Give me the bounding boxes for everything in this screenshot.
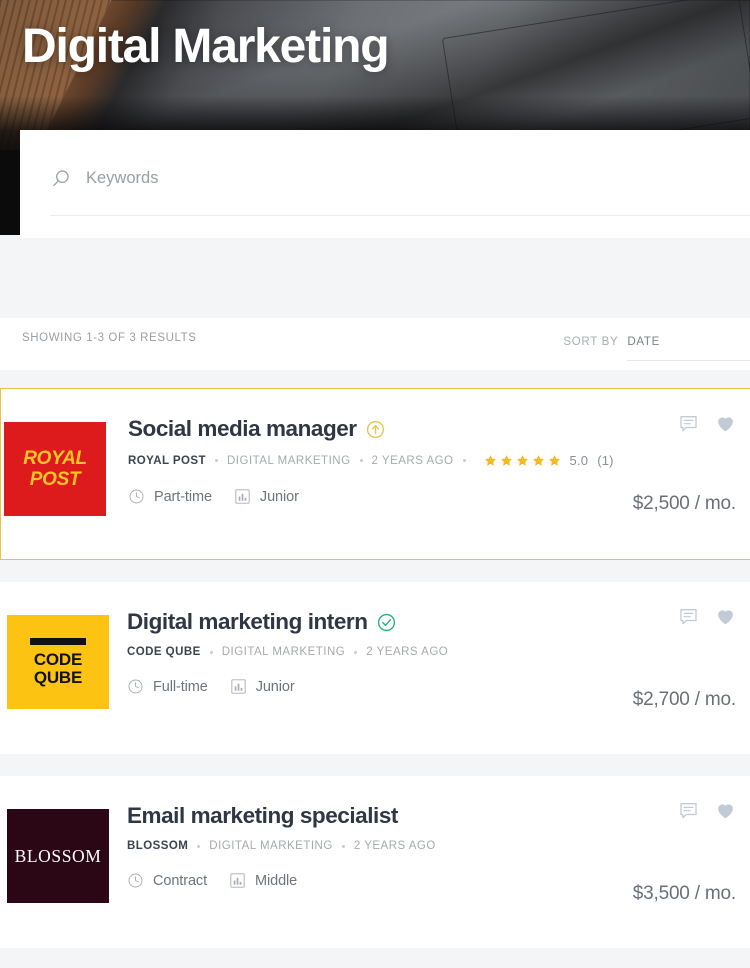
job-listing-page: Digital Marketing SHOWING 1-3 OF 3 RESUL…	[0, 0, 750, 968]
company-name[interactable]: BLOSSOM	[127, 840, 188, 852]
job-category[interactable]: DIGITAL MARKETING	[227, 455, 351, 467]
job-category[interactable]: DIGITAL MARKETING	[209, 840, 333, 852]
job-card[interactable]: BLOSSOM Email marketing specialist BLOSS…	[0, 776, 750, 948]
job-type-tag: Contract	[127, 872, 207, 889]
logo-line-2: POST	[29, 469, 81, 490]
company-name[interactable]: CODE QUBE	[127, 646, 201, 658]
rating-count: (1)	[597, 453, 614, 468]
star-icon	[548, 455, 560, 466]
comment-icon[interactable]	[678, 800, 699, 821]
job-posted-date: 2 YEARS AGO	[366, 646, 449, 658]
search-icon	[53, 170, 69, 187]
job-title[interactable]: Email marketing specialist	[127, 802, 398, 830]
logo-bar	[30, 637, 86, 645]
featured-arrow-up-icon	[366, 420, 384, 438]
job-posted-date: 2 YEARS AGO	[353, 840, 436, 852]
logo-line-2: QUBE	[33, 667, 83, 687]
clock-icon	[128, 679, 143, 694]
job-card-actions	[678, 606, 736, 627]
sort-value: DATE	[627, 336, 660, 348]
job-level: Junior	[255, 678, 295, 695]
bar-chart-icon	[235, 489, 250, 504]
job-salary: $2,700 / mo.	[632, 689, 736, 710]
job-type: Full-time	[153, 678, 208, 695]
rating-block: 5.0 (1)	[484, 453, 614, 468]
meta-separator-dot	[359, 459, 363, 462]
job-card-actions	[678, 413, 736, 434]
meta-separator-dot	[197, 844, 201, 848]
job-card-featured[interactable]: ROYAL POST Social media manager ROYAL PO…	[0, 388, 750, 560]
meta-separator-dot	[341, 844, 345, 848]
job-category[interactable]: DIGITAL MARKETING	[222, 646, 346, 658]
job-title-row: Email marketing specialist	[127, 802, 750, 830]
job-level-tag: Middle	[229, 872, 297, 889]
job-meta-row: BLOSSOM DIGITAL MARKETING 2 YEARS AGO	[127, 840, 750, 852]
job-card[interactable]: CODE QUBE Digital marketing intern CODE …	[0, 582, 750, 754]
heart-icon[interactable]	[715, 606, 736, 627]
job-type: Contract	[153, 872, 207, 889]
company-logo-blossom: BLOSSOM	[7, 809, 109, 903]
sort-value-dropdown[interactable]: DATE	[627, 332, 750, 361]
logo-line-1: BLOSSOM	[14, 845, 102, 866]
job-salary: $3,500 / mo.	[632, 883, 736, 904]
rating-stars	[484, 454, 561, 467]
results-bar: SHOWING 1-3 OF 3 RESULTS SORT BY DATE	[0, 318, 750, 370]
logo-line-1: ROYAL	[23, 448, 87, 469]
clock-icon	[128, 873, 143, 888]
job-card-body: Email marketing specialist BLOSSOM DIGIT…	[127, 776, 750, 889]
bar-chart-icon	[230, 873, 245, 888]
sort-control[interactable]: SORT BY DATE	[563, 332, 750, 361]
verified-check-icon	[377, 613, 395, 631]
job-meta-row: ROYAL POST DIGITAL MARKETING 2 YEARS AGO	[128, 453, 750, 468]
star-icon	[516, 455, 528, 466]
job-level-tag: Junior	[234, 488, 299, 505]
search-field[interactable]	[50, 166, 750, 216]
company-logo-code-qube: CODE QUBE	[7, 615, 109, 709]
job-type-tag: Full-time	[127, 678, 208, 695]
company-name[interactable]: ROYAL POST	[128, 455, 206, 467]
job-type-tag: Part-time	[128, 488, 212, 505]
comment-icon[interactable]	[678, 413, 699, 434]
meta-separator-dot	[462, 459, 466, 462]
sort-by-label: SORT BY	[563, 336, 619, 348]
company-logo-royal-post: ROYAL POST	[4, 422, 106, 516]
job-meta-row: CODE QUBE DIGITAL MARKETING 2 YEARS AGO	[127, 646, 750, 658]
job-card-actions	[678, 800, 736, 821]
heart-icon[interactable]	[715, 800, 736, 821]
meta-separator-dot	[354, 650, 358, 654]
job-title-row: Social media manager	[128, 415, 750, 443]
job-list: ROYAL POST Social media manager ROYAL PO…	[0, 388, 750, 968]
clock-icon	[129, 489, 144, 504]
job-salary: $2,500 / mo.	[632, 493, 736, 514]
logo-line-1: CODE	[33, 649, 83, 669]
star-icon	[532, 455, 544, 466]
bar-chart-icon	[231, 679, 246, 694]
job-card-body: Social media manager ROYAL POST DIGITAL …	[128, 389, 750, 505]
results-count: SHOWING 1-3 OF 3 RESULTS	[22, 332, 197, 344]
star-icon	[500, 455, 512, 466]
job-title[interactable]: Social media manager	[128, 415, 357, 443]
comment-icon[interactable]	[678, 606, 699, 627]
job-title-row: Digital marketing intern	[127, 608, 750, 636]
job-posted-date: 2 YEARS AGO	[371, 454, 454, 467]
star-icon	[484, 455, 496, 466]
job-title[interactable]: Digital marketing intern	[127, 608, 368, 636]
job-level-tag: Junior	[230, 678, 295, 695]
job-level: Middle	[255, 872, 298, 889]
meta-separator-dot	[209, 650, 213, 654]
page-title: Digital Marketing	[22, 20, 390, 73]
rating-value: 5.0	[569, 453, 589, 468]
heart-icon[interactable]	[715, 413, 736, 434]
job-type: Part-time	[154, 488, 212, 505]
search-input[interactable]	[86, 166, 646, 190]
meta-separator-dot	[215, 459, 218, 462]
search-panel	[20, 130, 750, 238]
job-card-body: Digital marketing intern CODE QUBE DIGIT…	[127, 582, 750, 695]
job-level: Junior	[259, 488, 299, 505]
